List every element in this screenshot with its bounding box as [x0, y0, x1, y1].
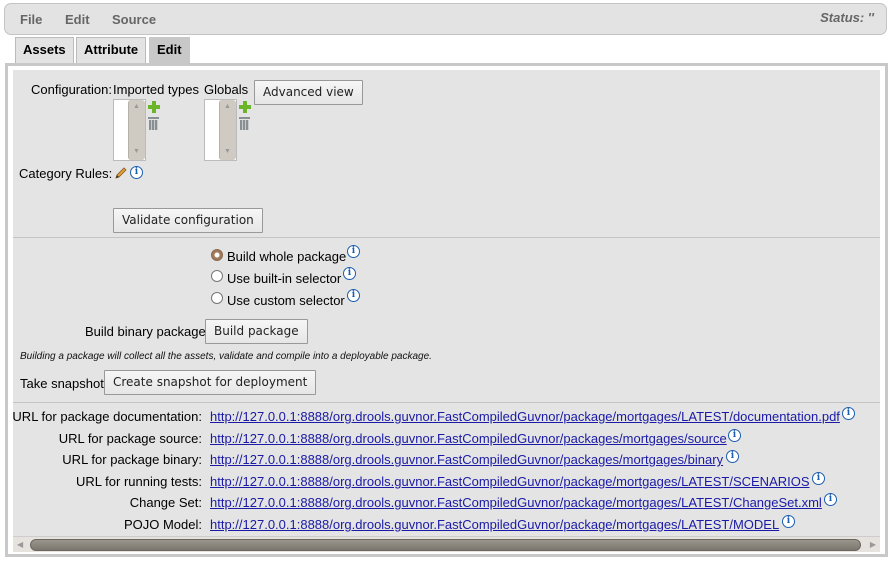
info-icon[interactable]: i — [343, 267, 356, 280]
imported-types-scrollbar[interactable]: ▲ ▼ — [128, 100, 145, 160]
delete-import-icon[interactable] — [148, 116, 159, 130]
add-global-icon[interactable] — [239, 101, 251, 113]
radio-custom-selector[interactable] — [211, 292, 223, 304]
configuration-label: Configuration: — [31, 82, 112, 97]
info-icon[interactable]: i — [812, 472, 825, 485]
info-icon[interactable]: i — [130, 166, 143, 179]
info-icon[interactable]: i — [726, 450, 739, 463]
globals-list[interactable]: ▲ ▼ — [204, 99, 237, 161]
url-link-tests[interactable]: http://127.0.0.1:8888/org.drools.guvnor.… — [210, 474, 810, 489]
imported-types-list[interactable]: ▲ ▼ — [113, 99, 146, 161]
custom-selector-label: Use custom selector — [227, 293, 345, 308]
url-link-source[interactable]: http://127.0.0.1:8888/org.drools.guvnor.… — [210, 431, 727, 446]
info-icon[interactable]: i — [347, 245, 360, 258]
url-label-pojo-model: POJO Model: — [123, 517, 202, 532]
validate-configuration-button[interactable]: Validate configuration — [113, 208, 263, 233]
tab-edit[interactable]: Edit — [149, 37, 190, 64]
take-snapshot-label: Take snapshot: — [20, 376, 108, 391]
info-icon[interactable]: i — [824, 493, 837, 506]
section-divider — [13, 237, 880, 238]
globals-label: Globals — [204, 82, 249, 97]
built-in-selector-label: Use built-in selector — [227, 271, 342, 286]
url-link-binary[interactable]: http://127.0.0.1:8888/org.drools.guvnor.… — [210, 452, 723, 467]
scroll-down-icon[interactable]: ▼ — [224, 148, 231, 155]
advanced-view-button[interactable]: Advanced view — [254, 80, 363, 105]
menu-file[interactable]: File — [20, 12, 42, 27]
build-binary-label: Build binary package: — [85, 324, 210, 339]
delete-global-icon[interactable] — [239, 116, 250, 130]
url-link-changeset[interactable]: http://127.0.0.1:8888/org.drools.guvnor.… — [210, 495, 822, 510]
menu-bar: File Edit Source Status: '' — [4, 3, 887, 35]
create-snapshot-button[interactable]: Create snapshot for deployment — [104, 370, 317, 395]
horizontal-scrollbar[interactable]: ◀ ▶ — [13, 536, 880, 552]
menu-edit[interactable]: Edit — [65, 12, 90, 27]
imported-types-label: Imported types — [113, 82, 199, 97]
info-icon[interactable]: i — [782, 515, 795, 528]
add-import-icon[interactable] — [148, 101, 160, 113]
url-label-source: URL for package source: — [58, 431, 202, 446]
section-divider — [13, 402, 880, 403]
build-whole-package-label: Build whole package — [227, 249, 347, 264]
radio-build-whole-package[interactable] — [211, 249, 223, 261]
package-config-area: Configuration: Imported types Globals Ad… — [12, 70, 880, 552]
tab-assets[interactable]: Assets — [15, 37, 74, 63]
globals-scrollbar[interactable]: ▲ ▼ — [219, 100, 236, 160]
scroll-up-icon[interactable]: ▲ — [133, 103, 140, 110]
menu-source[interactable]: Source — [112, 12, 156, 27]
url-label-binary: URL for package binary: — [62, 452, 202, 467]
info-icon[interactable]: i — [347, 289, 360, 302]
scroll-up-icon[interactable]: ▲ — [224, 103, 231, 110]
url-label-changeset: Change Set: — [129, 495, 202, 510]
scroll-right-icon[interactable]: ▶ — [870, 540, 876, 549]
scrollbar-thumb[interactable] — [30, 539, 861, 551]
url-label-documentation: URL for package documentation: — [12, 409, 202, 424]
build-note: Building a package will collect all the … — [20, 351, 432, 362]
edit-panel: Configuration: Imported types Globals Ad… — [5, 63, 888, 557]
url-link-documentation[interactable]: http://127.0.0.1:8888/org.drools.guvnor.… — [210, 409, 840, 424]
scroll-left-icon[interactable]: ◀ — [17, 540, 23, 549]
pencil-icon[interactable] — [114, 166, 128, 180]
scroll-down-icon[interactable]: ▼ — [133, 148, 140, 155]
info-icon[interactable]: i — [842, 407, 855, 420]
status-text: Status: '' — [820, 10, 874, 25]
category-rules-label: Category Rules: — [19, 166, 113, 181]
url-link-pojo-model[interactable]: http://127.0.0.1:8888/org.drools.guvnor.… — [210, 517, 779, 532]
url-label-tests: URL for running tests: — [76, 474, 202, 489]
info-icon[interactable]: i — [728, 429, 741, 442]
radio-built-in-selector[interactable] — [211, 270, 223, 282]
build-package-button[interactable]: Build package — [205, 319, 308, 344]
tab-attribute[interactable]: Attribute — [76, 37, 147, 63]
